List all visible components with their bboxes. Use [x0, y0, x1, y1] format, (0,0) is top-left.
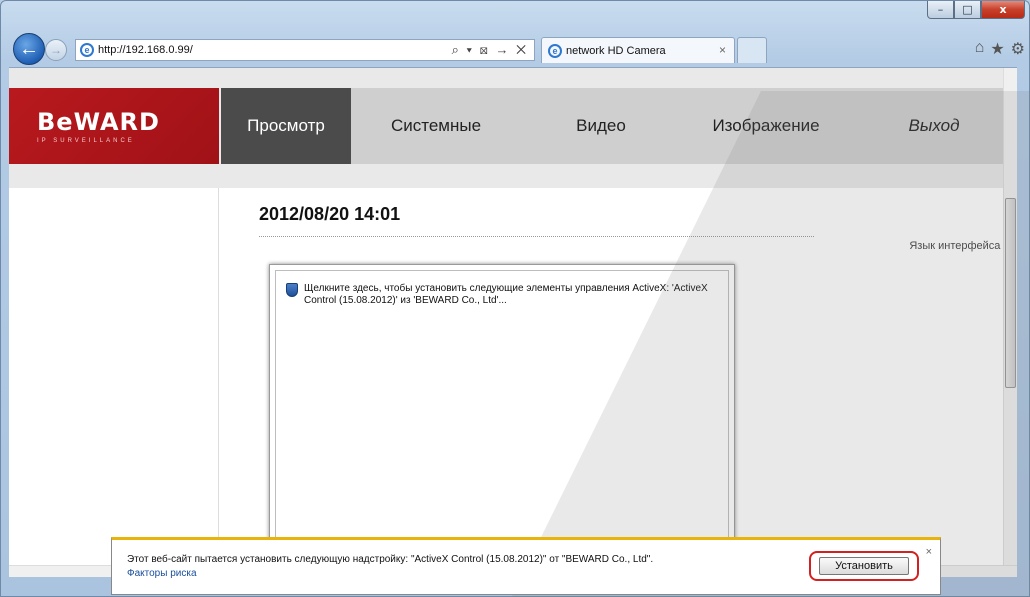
close-window-button[interactable]: x — [981, 1, 1025, 19]
language-label: Язык интерфейса — [909, 240, 1001, 252]
tab-title: network HD Camera — [566, 44, 666, 57]
beward-logo: BeWARD IP SURVEILLANCE — [9, 88, 219, 164]
camera-datetime: 2012/08/20 14:01 — [259, 204, 401, 224]
tab-close-icon[interactable]: × — [719, 43, 726, 57]
vertical-scrollbar[interactable] — [1003, 68, 1017, 577]
ie-page-icon: e — [80, 43, 94, 57]
risk-factors-link[interactable]: Факторы риска — [127, 568, 197, 579]
browser-right-icons: ⌂ ★ ⚙ — [975, 39, 1025, 59]
notification-text: Этот веб-сайт пытается установить следую… — [127, 554, 654, 565]
forward-button[interactable]: → — [45, 39, 67, 61]
ie-tab-icon: e — [548, 43, 562, 58]
address-url[interactable]: http://192.168.0.99/ — [98, 44, 193, 56]
main-menu: Просмотр Системные Видео Изображение Вых… — [221, 88, 1017, 164]
maximize-button[interactable]: □ — [954, 1, 981, 19]
activex-message: Щелкните здесь, чтобы установить следующ… — [304, 283, 708, 306]
menu-item-image[interactable]: Изображение — [681, 88, 851, 164]
page-content: BeWARD IP SURVEILLANCE Просмотр Системны… — [9, 67, 1017, 577]
logo-main-text: BeWARD — [37, 108, 160, 136]
left-panel — [9, 188, 219, 577]
logo-sub-text: IP SURVEILLANCE — [37, 138, 135, 144]
activex-placeholder: Щелкните здесь, чтобы установить следующ… — [275, 270, 729, 548]
home-icon[interactable]: ⌂ — [975, 39, 985, 59]
new-tab-button[interactable] — [737, 37, 767, 63]
menu-item-video[interactable]: Видео — [521, 88, 681, 164]
browser-window: – □ x ← → e http://192.168.0.99/ ⌕ ▾ ⊠ →… — [0, 0, 1030, 597]
back-button[interactable]: ← — [13, 33, 45, 65]
install-button[interactable]: Установить — [819, 557, 909, 575]
favorites-icon[interactable]: ★ — [990, 39, 1004, 59]
gear-icon[interactable]: ⚙ — [1011, 39, 1025, 59]
menu-item-exit[interactable]: Выход — [851, 88, 1017, 164]
divider — [259, 236, 814, 237]
back-arrow-icon: ← — [19, 37, 39, 60]
address-tools[interactable]: ⌕ ▾ ⊠ → ✕ — [452, 42, 528, 58]
window-controls: – □ x — [927, 1, 1025, 19]
forward-arrow-icon: → — [50, 43, 62, 57]
minimize-button[interactable]: – — [927, 1, 954, 19]
scrollbar-thumb[interactable] — [1005, 198, 1016, 388]
menu-item-view[interactable]: Просмотр — [221, 88, 351, 164]
video-activex-frame: Щелкните здесь, чтобы установить следующ… — [269, 264, 735, 554]
install-highlight: Установить — [809, 551, 919, 581]
tab-network-hd-camera[interactable]: e network HD Camera × — [541, 37, 735, 63]
address-bar[interactable]: e http://192.168.0.99/ ⌕ ▾ ⊠ → ✕ — [75, 39, 535, 61]
menu-item-system[interactable]: Системные — [351, 88, 521, 164]
shield-icon — [286, 283, 298, 297]
navigation-bar: ← → e http://192.168.0.99/ ⌕ ▾ ⊠ → ✕ e n… — [13, 29, 1025, 67]
close-icon[interactable]: × — [926, 546, 932, 558]
language-selector[interactable]: Язык интерфейса ▾ — [909, 239, 1009, 252]
notification-bar: Этот веб-сайт пытается установить следую… — [111, 537, 941, 595]
activex-install-prompt[interactable]: Щелкните здесь, чтобы установить следующ… — [286, 283, 716, 307]
